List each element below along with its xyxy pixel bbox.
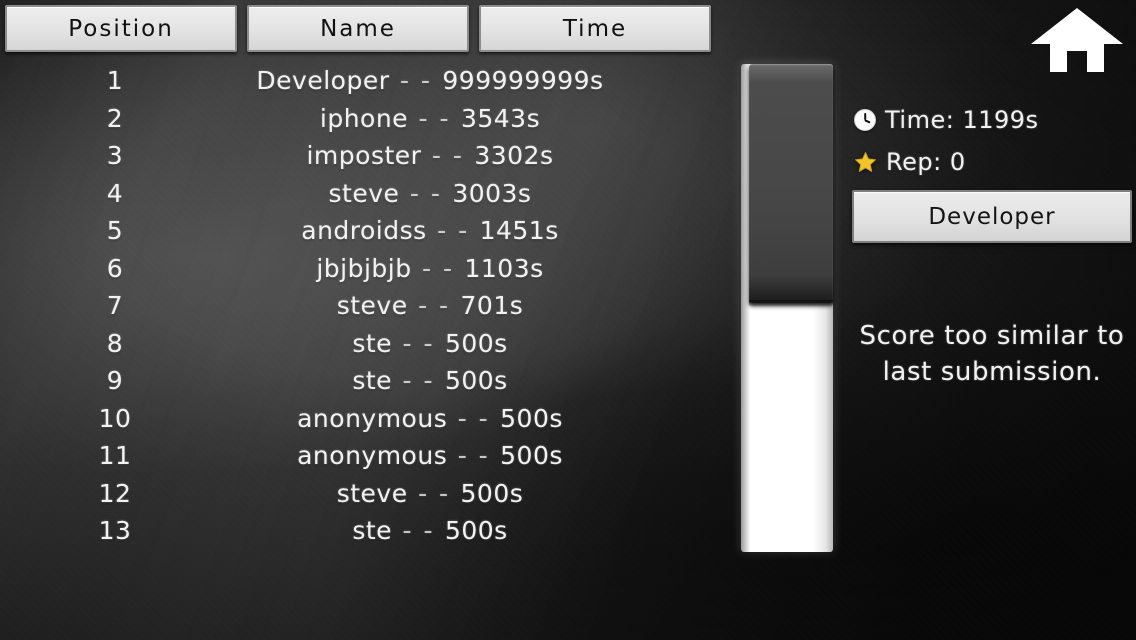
row-entry: ste - - 500s (180, 516, 680, 545)
row-time: 1103s (464, 253, 544, 283)
leaderboard-row: 8 ste - - 500s (0, 325, 718, 363)
row-separator: - - (402, 328, 435, 358)
row-position: 13 (98, 516, 132, 546)
sort-button-time[interactable]: Time (479, 5, 711, 52)
row-entry: steve - - 3003s (180, 179, 680, 208)
row-separator: - - (457, 403, 490, 433)
clock-icon (854, 109, 876, 131)
row-separator: - - (437, 216, 470, 246)
row-entry: androidss - - 1451s (180, 216, 680, 245)
stat-time: Time: 1199s (854, 106, 1039, 134)
row-name: anonymous (297, 441, 448, 471)
star-icon (855, 151, 876, 172)
row-separator: - - (418, 291, 451, 321)
row-name: ste (352, 366, 393, 396)
stat-time-label: Time: 1199s (885, 106, 1039, 134)
row-time: 500s (444, 516, 508, 546)
row-name: iphone (319, 103, 409, 133)
leaderboard-row: 12 steve - - 500s (0, 475, 718, 513)
leaderboard-row: 6 jbjbjbjb - - 1103s (0, 250, 718, 288)
leaderboard-row: 4 steve - - 3003s (0, 175, 718, 213)
row-name: steve (336, 291, 408, 321)
sort-button-name[interactable]: Name (247, 5, 469, 52)
stat-rep-label: Rep: 0 (886, 148, 966, 176)
leaderboard-row: 9 ste - - 500s (0, 362, 718, 400)
leaderboard-list: 1 Developer - - 999999999s 2 iphone - - 354… (0, 62, 718, 562)
leaderboard-scrollbar[interactable] (741, 64, 833, 552)
home-button[interactable] (1028, 4, 1126, 74)
leaderboard-row: 7 steve - - 701s (0, 287, 718, 325)
row-entry: iphone - - 3543s (180, 104, 680, 133)
row-name: anonymous (297, 403, 448, 433)
row-position: 4 (106, 178, 124, 208)
leaderboard-header: Position Name Time (0, 0, 720, 57)
row-name: imposter (306, 141, 422, 171)
scrollbar-thumb[interactable] (749, 64, 833, 308)
side-panel: Time: 1199s Rep: 0 Developer Score too s… (848, 0, 1136, 640)
status-message: Score too similar to last submission. (859, 321, 1125, 387)
row-position: 7 (106, 291, 124, 321)
row-position: 1 (106, 66, 124, 96)
row-entry: ste - - 500s (180, 366, 680, 395)
row-separator: - - (402, 516, 435, 546)
leaderboard-row: 10 anonymous - - 500s (0, 400, 718, 438)
row-name: ste (352, 516, 393, 546)
leaderboard-row: 1 Developer - - 999999999s (0, 62, 718, 100)
row-position: 10 (98, 403, 132, 433)
row-name: androidss (301, 216, 427, 246)
row-time: 500s (444, 366, 508, 396)
row-time: 999999999s (442, 66, 604, 96)
row-position: 8 (106, 328, 124, 358)
leaderboard-row: 11 anonymous - - 500s (0, 437, 718, 475)
row-entry: anonymous - - 500s (180, 404, 680, 433)
row-entry: imposter - - 3302s (180, 141, 680, 170)
row-position: 11 (98, 441, 132, 471)
row-name: ste (352, 328, 393, 358)
row-separator: - - (402, 366, 435, 396)
row-entry: ste - - 500s (180, 329, 680, 358)
row-separator: - - (431, 141, 464, 171)
row-separator: - - (399, 66, 432, 96)
leaderboard-row: 3 imposter - - 3302s (0, 137, 718, 175)
row-name: steve (336, 478, 408, 508)
row-separator: - - (418, 478, 451, 508)
row-separator: - - (457, 441, 490, 471)
row-entry: jbjbjbjb - - 1103s (180, 254, 680, 283)
row-position: 5 (106, 216, 124, 246)
row-time: 3543s (460, 103, 541, 133)
row-time: 3302s (474, 141, 554, 171)
row-name: steve (328, 178, 400, 208)
leaderboard-row: 2 iphone - - 3543s (0, 100, 718, 138)
row-time: 500s (460, 478, 524, 508)
game-screen: Position Name Time 1 Developer - - 999999… (0, 0, 1136, 640)
leaderboard-row: 5 androidss - - 1451s (0, 212, 718, 250)
leaderboard-row: 13 ste - - 500s (0, 512, 718, 550)
sort-button-position[interactable]: Position (5, 5, 237, 52)
stat-rep: Rep: 0 (854, 148, 966, 176)
row-entry: steve - - 500s (180, 479, 680, 508)
player-name-input[interactable]: Developer (852, 190, 1132, 243)
row-position: 6 (106, 253, 124, 283)
row-position: 3 (106, 141, 124, 171)
row-time: 500s (500, 441, 563, 471)
row-time: 1451s (479, 216, 559, 246)
row-separator: - - (422, 253, 455, 283)
row-name: Developer (256, 66, 390, 96)
row-name: jbjbjbjb (316, 253, 412, 283)
row-position: 9 (106, 366, 124, 396)
row-time: 500s (500, 403, 563, 433)
row-entry: steve - - 701s (180, 291, 680, 320)
row-position: 2 (106, 103, 124, 133)
row-separator: - - (418, 103, 451, 133)
row-position: 12 (98, 478, 132, 508)
row-time: 500s (444, 328, 508, 358)
row-entry: Developer - - 999999999s (180, 66, 680, 95)
row-time: 701s (460, 291, 524, 321)
home-icon (1031, 8, 1123, 72)
row-time: 3003s (452, 178, 532, 208)
row-entry: anonymous - - 500s (180, 441, 680, 470)
row-separator: - - (409, 178, 442, 208)
